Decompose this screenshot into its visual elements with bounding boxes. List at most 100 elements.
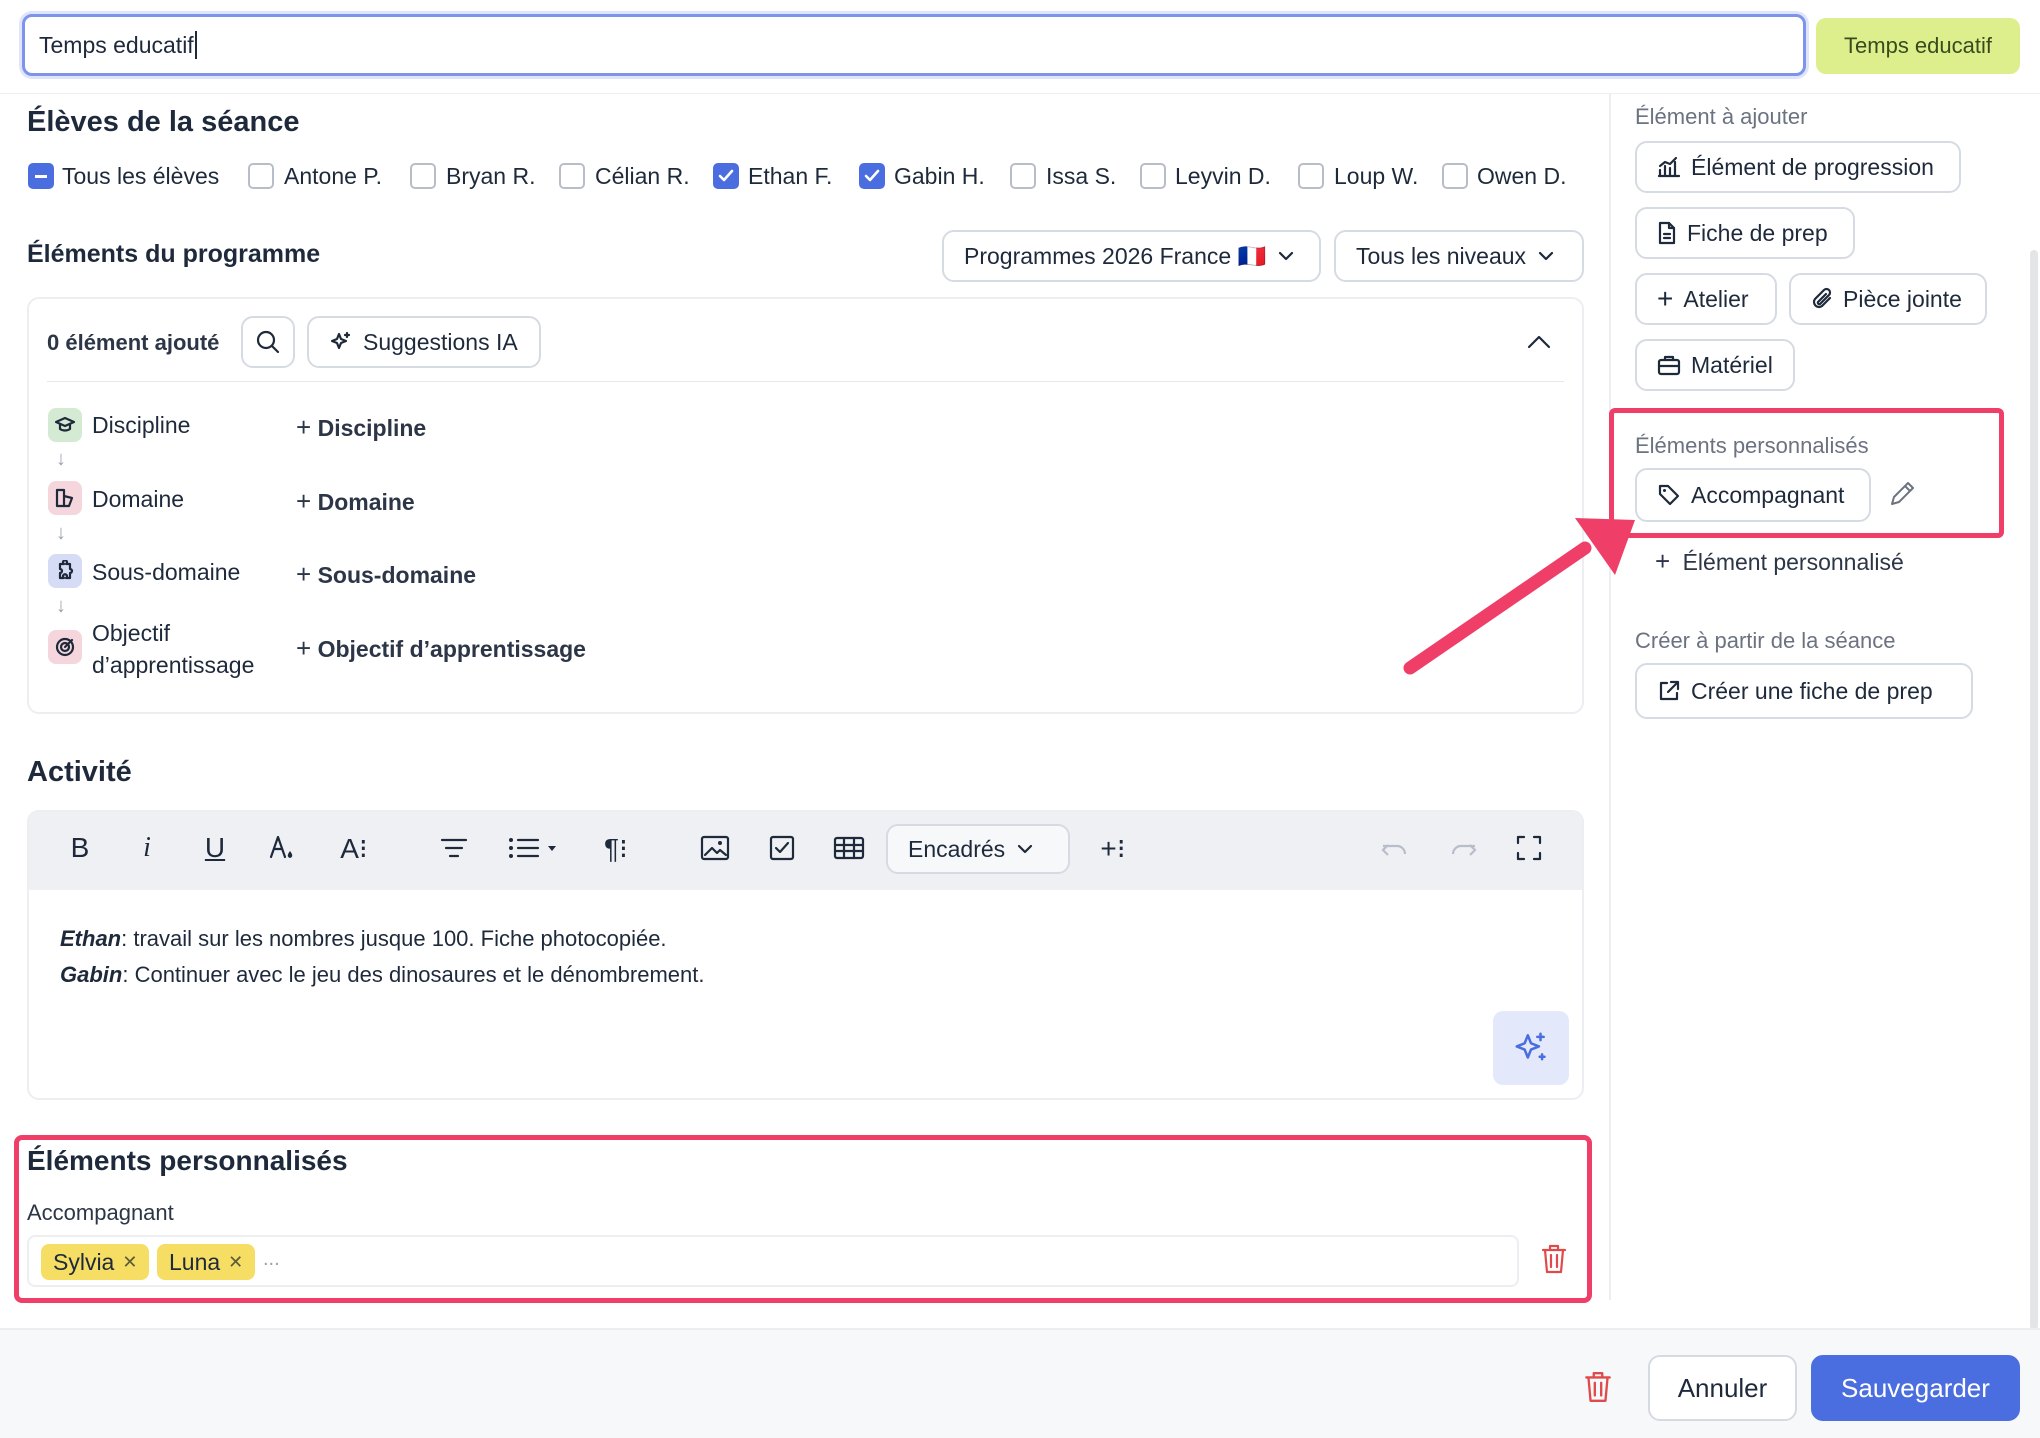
align-center-icon: [440, 838, 468, 858]
text-color-button[interactable]: [262, 828, 302, 868]
image-button[interactable]: [695, 828, 735, 868]
tag-luna[interactable]: Luna ✕: [157, 1244, 256, 1280]
student-checkbox[interactable]: [1298, 163, 1324, 189]
document-icon: [1658, 221, 1676, 245]
add-progression-button[interactable]: Élément de progression: [1635, 141, 1961, 193]
scrollbar[interactable]: [2030, 250, 2038, 1330]
program-heading: Éléments du programme: [27, 240, 321, 268]
student-checkbox[interactable]: [559, 163, 585, 189]
add-objective-button[interactable]: + Objectif d’apprentissage: [296, 633, 586, 664]
activity-line-1-name: Ethan: [60, 926, 122, 951]
program-select[interactable]: Programmes 2026 France 🇫🇷: [942, 230, 1321, 282]
add-prep-sheet-button[interactable]: Fiche de prep: [1635, 207, 1855, 259]
save-label: Sauvegarder: [1841, 1372, 1990, 1403]
program-divider: [47, 381, 1564, 382]
annotation-arrow: [1403, 518, 1635, 675]
add-objective-label: Objectif d’apprentissage: [317, 636, 586, 662]
edit-custom-button[interactable]: [1886, 478, 1918, 516]
all-students-label: Tous les élèves: [62, 163, 220, 189]
add-discipline-button[interactable]: + Discipline: [296, 412, 426, 443]
activity-line-1-text: : travail sur les nombres jusque 100. Fi…: [121, 926, 667, 951]
custom-field-placeholder: ...: [263, 1248, 280, 1270]
student-checkbox[interactable]: [1140, 163, 1166, 189]
tag-sylvia[interactable]: Sylvia ✕: [41, 1244, 150, 1280]
underline-icon: U: [204, 832, 226, 863]
student-checkbox[interactable]: [248, 163, 274, 189]
image-icon: [700, 835, 730, 861]
boxes-select[interactable]: Encadrés: [886, 824, 1070, 874]
arrow-down-icon: ↓: [56, 448, 66, 470]
arrow-down-icon: ↓: [56, 522, 66, 544]
ai-suggestions-label: Suggestions IA: [363, 328, 518, 355]
insert-button[interactable]: +⁝: [1088, 828, 1138, 868]
italic-button[interactable]: i: [127, 828, 167, 868]
align-button[interactable]: [434, 828, 474, 868]
fullscreen-button[interactable]: [1509, 828, 1549, 868]
tag-sylvia-label: Sylvia: [53, 1248, 115, 1275]
undo-button[interactable]: [1375, 828, 1415, 868]
add-material-button[interactable]: Matériel: [1635, 339, 1795, 391]
add-custom-element-button[interactable]: + Élément personnalisé: [1655, 546, 1904, 577]
level-select[interactable]: Tous les niveaux: [1334, 230, 1584, 282]
ai-assist-button[interactable]: [1493, 1011, 1569, 1085]
add-subdomain-button[interactable]: + Sous-domaine: [296, 559, 476, 590]
checkbox-button[interactable]: [762, 828, 802, 868]
close-icon[interactable]: ✕: [228, 1252, 243, 1273]
delete-session-button[interactable]: [1583, 1370, 1613, 1410]
student-label: Gabin H.: [894, 163, 985, 189]
objective-label-line1: Objectif: [92, 620, 170, 646]
save-button[interactable]: Sauvegarder: [1811, 1355, 2020, 1421]
student-checkbox[interactable]: [859, 163, 885, 189]
add-domain-button[interactable]: + Domaine: [296, 486, 415, 517]
table-button[interactable]: [829, 828, 869, 868]
editor: [27, 810, 1584, 1100]
domain-label: Domaine: [92, 486, 185, 512]
sidebar-create-heading: Créer à partir de la séance: [1635, 628, 1896, 653]
bold-button[interactable]: B: [60, 828, 100, 868]
activity-line-1[interactable]: Ethan: travail sur les nombres jusque 10…: [60, 926, 667, 952]
title-badge[interactable]: Temps educatif: [1816, 18, 2020, 74]
add-material-label: Matériel: [1691, 351, 1773, 378]
student-label: Leyvin D.: [1175, 163, 1271, 189]
ai-suggestions-button[interactable]: Suggestions IA: [307, 316, 541, 368]
student-label: Antone P.: [284, 163, 383, 189]
arrow-down-icon: ↓: [56, 595, 66, 617]
title-input[interactable]: Temps educatif: [22, 14, 1806, 76]
student-checkbox[interactable]: [410, 163, 436, 189]
chevron-down-icon: [1279, 251, 1294, 261]
student-checkbox[interactable]: [713, 163, 739, 189]
student-label: Bryan R.: [446, 163, 536, 189]
student-label: Owen D.: [1477, 163, 1567, 189]
add-discipline-label: Discipline: [317, 415, 427, 441]
tag-luna-label: Luna: [169, 1248, 221, 1275]
custom-item-button[interactable]: Accompagnant: [1635, 468, 1871, 522]
redo-icon: [1451, 844, 1477, 856]
student-label: Célian R.: [595, 163, 690, 189]
add-workshop-button[interactable]: + Atelier: [1635, 273, 1777, 325]
student-checkbox[interactable]: [1442, 163, 1468, 189]
student-checkbox[interactable]: [1010, 163, 1036, 189]
pencil-icon: [1891, 482, 1914, 505]
list-button[interactable]: [502, 828, 562, 868]
underline-button[interactable]: U: [195, 828, 235, 868]
program-search-button[interactable]: [241, 316, 295, 368]
create-prep-sheet-button[interactable]: Créer une fiche de prep: [1635, 663, 1973, 719]
all-students-checkbox[interactable]: [28, 163, 54, 189]
italic-icon: i: [143, 832, 151, 863]
checkbox-icon: [769, 835, 795, 861]
external-link-icon: [1659, 680, 1680, 701]
sparkles-icon: [1515, 1032, 1546, 1061]
redo-button[interactable]: [1443, 828, 1483, 868]
close-icon[interactable]: ✕: [122, 1252, 137, 1273]
font-size-button[interactable]: A⁝: [330, 828, 378, 868]
sparkles-icon: [330, 331, 351, 350]
chevron-up-icon[interactable]: [1524, 329, 1554, 355]
sidebar-custom-heading: Éléments personnalisés: [1635, 433, 1869, 458]
cancel-button[interactable]: Annuler: [1648, 1355, 1797, 1421]
add-attachment-button[interactable]: Pièce jointe: [1789, 273, 1987, 325]
delete-field-button[interactable]: [1540, 1243, 1568, 1281]
students-heading: Élèves de la séance: [27, 106, 300, 138]
paragraph-button[interactable]: ¶⁝: [592, 828, 640, 868]
activity-line-2[interactable]: Gabin: Continuer avec le jeu des dinosau…: [60, 962, 704, 988]
paperclip-icon: [1812, 287, 1832, 309]
